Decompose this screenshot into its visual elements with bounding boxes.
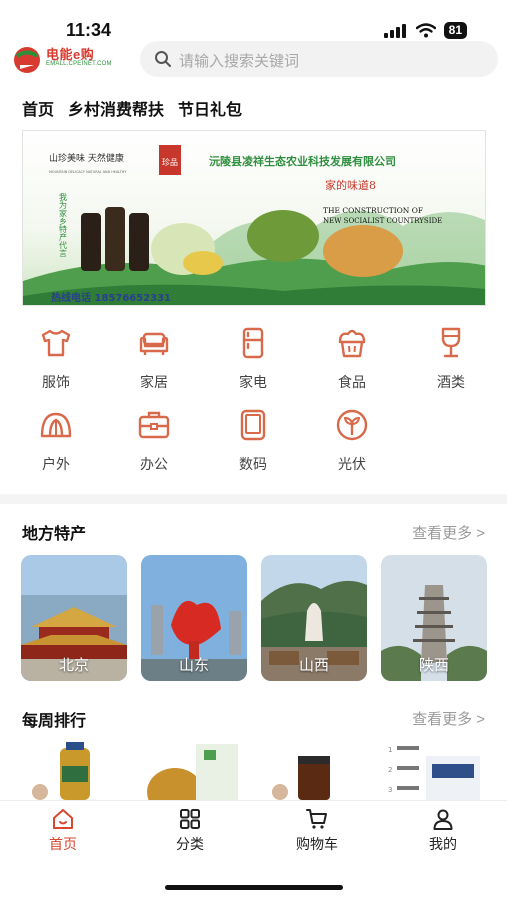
banner-company: 沅陵县凌祥生态农业科技发展有限公司	[209, 154, 396, 168]
tab-holiday-gifts[interactable]: 节日礼包	[178, 96, 242, 120]
banner-slogan-en: MOUNTAIN DELICACY NATURAL AND HEALTHY	[49, 170, 127, 174]
category-outdoor[interactable]: 户外	[16, 408, 96, 474]
category-food[interactable]: 食品	[312, 326, 392, 392]
banner-slogan: 山珍美味 天然健康	[49, 152, 124, 164]
category-apparel[interactable]: 服饰	[16, 326, 96, 392]
bottom-nav-home[interactable]: 首页	[18, 807, 108, 854]
battery-icon: 81	[443, 22, 467, 39]
bottom-nav: 首页 分类 购物车 我的	[0, 800, 507, 854]
local-specialties-title: 地方特产	[22, 526, 87, 543]
tablet-icon	[240, 409, 266, 441]
region-label: 山东	[178, 657, 209, 674]
wifi-icon	[415, 23, 436, 38]
status-icons: 81	[383, 22, 467, 39]
region-card-shandong[interactable]: 山东	[141, 555, 247, 681]
category-label: 光伏	[338, 456, 366, 472]
tent-icon	[40, 412, 72, 438]
status-bar: 11:34 81	[0, 0, 507, 40]
ranking-products-preview: 1 2 3	[32, 742, 480, 800]
product-thumbnail[interactable]	[147, 768, 203, 800]
category-label: 酒类	[437, 374, 465, 390]
bottom-nav-label: 我的	[429, 836, 457, 852]
category-home[interactable]: 家居	[114, 326, 194, 392]
bottle-graphic	[81, 213, 101, 271]
category-label: 办公	[140, 456, 168, 472]
briefcase-icon	[138, 411, 170, 439]
banner-hotline: 热线电话 18576652331	[51, 291, 171, 304]
region-label: 陕西	[418, 657, 449, 674]
weekly-ranking-title: 每周排行	[22, 713, 87, 730]
category-office[interactable]: 办公	[114, 408, 194, 474]
category-label: 食品	[338, 374, 366, 390]
category-wine[interactable]: 酒类	[411, 326, 491, 392]
search-placeholder: 请输入搜索关键词	[179, 53, 300, 70]
bottom-nav-label: 购物车	[296, 836, 338, 852]
bottle-graphic	[129, 213, 149, 271]
region-card-beijing[interactable]: 北京	[21, 555, 127, 681]
category-label: 数码	[239, 456, 267, 472]
category-label: 服饰	[42, 374, 70, 390]
home-icon	[53, 809, 73, 829]
promo-banner[interactable]: 珍品 山珍美味 天然健康 MOUNTAIN DELICACY NATURAL A…	[22, 130, 486, 306]
weekly-ranking-list: 1 2 3	[0, 742, 507, 800]
fridge-icon	[242, 327, 264, 359]
category-solar[interactable]: 光伏	[312, 408, 392, 474]
sofa-icon	[139, 332, 169, 355]
svg-text:3: 3	[388, 786, 392, 794]
top-nav-tabs: 首页 乡村消费帮扶 节日礼包	[22, 96, 242, 120]
weekly-ranking-see-more-link[interactable]: 查看更多 >	[412, 708, 485, 729]
search-input[interactable]: 请输入搜索关键词	[140, 41, 498, 77]
search-icon	[155, 51, 171, 67]
banner-artwork: 珍品 山珍美味 天然健康 MOUNTAIN DELICACY NATURAL A…	[23, 131, 485, 305]
section-divider	[0, 494, 507, 504]
banner-side-text: 我为家乡特产代言	[59, 192, 68, 258]
banner-tagline: 家的味道8	[325, 178, 376, 192]
category-digital[interactable]: 数码	[213, 408, 293, 474]
svg-text:1: 1	[388, 746, 392, 754]
bottom-nav-cart[interactable]: 购物车	[272, 807, 362, 854]
region-label: 北京	[58, 657, 89, 674]
region-card-shanxi[interactable]: 山西	[261, 555, 367, 681]
cellular-signal-icon	[383, 23, 406, 38]
category-label: 户外	[42, 456, 70, 472]
seller-avatar	[272, 784, 288, 800]
bottom-nav-label: 分类	[176, 836, 204, 852]
banner-seal: 珍品	[162, 157, 178, 167]
tab-rural-support[interactable]: 乡村消费帮扶	[68, 96, 164, 120]
bottom-nav-profile[interactable]: 我的	[398, 807, 488, 854]
honey-graphic	[323, 225, 403, 277]
green-tea-graphic	[247, 210, 319, 262]
local-specialties-see-more-link[interactable]: 查看更多 >	[412, 522, 485, 543]
home-indicator[interactable]	[165, 885, 343, 890]
banner-construction-line2: NEW SOCIALIST COUNTRYSIDE	[323, 217, 442, 225]
region-card-shaanxi[interactable]: 陕西	[381, 555, 487, 681]
oil-cup-graphic	[183, 251, 223, 275]
muffin-icon	[338, 329, 366, 358]
category-label: 家居	[140, 374, 168, 390]
app-logo[interactable]: 电能e购 EMALL.CPEINET.COM	[12, 42, 122, 78]
logo-subtitle: EMALL.CPEINET.COM	[46, 61, 112, 67]
sprout-icon	[336, 409, 368, 441]
region-label: 山西	[298, 657, 329, 674]
cart-icon	[306, 809, 327, 829]
grid-icon	[180, 809, 200, 829]
banner-construction-line1: THE CONSTRUCTION OF	[323, 206, 423, 215]
bottle-graphic	[105, 207, 125, 271]
logo-mark-icon	[14, 47, 40, 73]
tshirt-icon	[41, 329, 71, 357]
bottom-nav-label: 首页	[49, 836, 77, 852]
header: 电能e购 EMALL.CPEINET.COM 请输入搜索关键词	[0, 40, 507, 80]
svg-text:2: 2	[388, 766, 392, 774]
seller-avatar	[32, 784, 48, 800]
user-icon	[433, 809, 453, 830]
wine-glass-icon	[441, 327, 461, 358]
bottom-nav-category[interactable]: 分类	[145, 807, 235, 854]
category-appliances[interactable]: 家电	[213, 326, 293, 392]
category-label: 家电	[239, 374, 267, 390]
tab-home[interactable]: 首页	[22, 96, 54, 120]
status-time: 11:34	[66, 20, 112, 40]
